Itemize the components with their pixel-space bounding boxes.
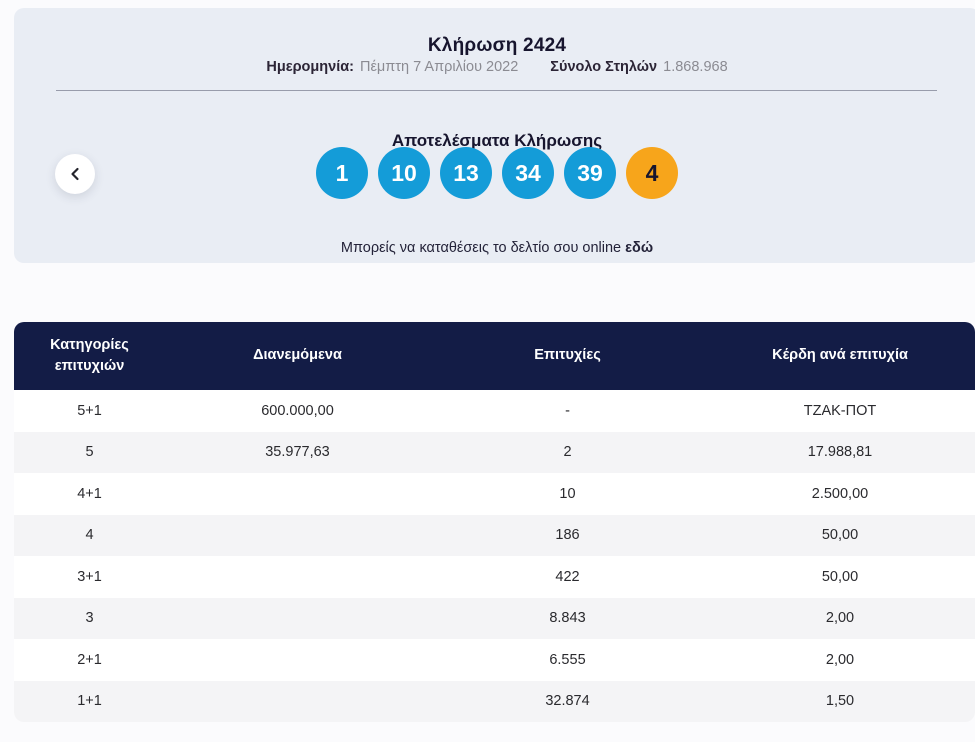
total-columns: Σύνολο Στηλών 1.868.968 [550, 59, 727, 75]
cell-prize: 2.500,00 [811, 485, 869, 502]
cell-winners: 2 [563, 444, 572, 461]
deposit-here-link[interactable]: εδώ [625, 240, 653, 256]
date-value: Πέμπτη 7 Απριλίου 2022 [359, 59, 519, 75]
cell-winners: 8.843 [549, 610, 586, 627]
date-label: Ημερομηνία: [266, 59, 354, 75]
cell-prize: ΤΖΑΚ-ΠΟΤ [803, 402, 877, 419]
table-row: 3+1 422 50,00 [14, 556, 975, 598]
cell-winners: - [565, 402, 570, 419]
previous-draw-button[interactable] [55, 154, 95, 194]
number-ball: 10 [378, 147, 430, 199]
number-ball: 39 [564, 147, 616, 199]
col-header-categories: Κατηγορίες επιτυχιών [50, 336, 129, 374]
cell-winners: 6.555 [549, 651, 586, 668]
cell-distributed: 600.000,00 [261, 402, 334, 419]
table-row: 1+1 32.874 1,50 [14, 680, 975, 722]
cell-prize: 1,50 [825, 693, 855, 710]
chevron-left-icon [71, 167, 79, 181]
cell-prize: 2,00 [825, 651, 855, 668]
cell-winners: 422 [555, 568, 580, 585]
draw-title: Κλήρωση 2424 [427, 34, 567, 56]
cell-prize: 2,00 [825, 610, 855, 627]
winning-numbers: 1 10 13 34 39 4 [14, 147, 975, 199]
col-header-winners: Επιτυχίες [534, 347, 601, 364]
number-ball: 13 [440, 147, 492, 199]
cell-distributed: 35.977,63 [265, 444, 330, 461]
cell-prize: 50,00 [821, 568, 859, 585]
bonus-number-ball: 4 [626, 147, 678, 199]
cell-category: 3+1 [77, 568, 102, 585]
draw-panel: Κλήρωση 2424 Ημερομηνία: Πέμπτη 7 Απριλίο… [14, 8, 975, 263]
table-body: 5+1 600.000,00 - ΤΖΑΚ-ΠΟΤ 5 35.977,63 2 … [14, 390, 975, 722]
table-row: 2+1 6.555 2,00 [14, 639, 975, 681]
draw-date: Ημερομηνία: Πέμπτη 7 Απριλίου 2022 [266, 59, 518, 75]
table-row: 3 8.843 2,00 [14, 597, 975, 639]
total-columns-label: Σύνολο Στηλών [550, 59, 658, 75]
cell-category: 4 [85, 527, 94, 544]
cell-prize: 50,00 [821, 527, 859, 544]
cell-category: 1+1 [77, 693, 102, 710]
cell-category: 5+1 [77, 402, 102, 419]
cell-category: 5 [85, 444, 94, 461]
cell-winners: 10 [559, 485, 576, 502]
number-ball: 34 [502, 147, 554, 199]
table-header-row: Κατηγορίες επιτυχιών Διανεμόμενα Επιτυχί… [14, 322, 975, 390]
total-columns-value: 1.868.968 [663, 59, 728, 75]
divider [56, 90, 937, 91]
cell-winners: 186 [555, 527, 580, 544]
cell-category: 2+1 [77, 651, 102, 668]
col-header-distributed: Διανεμόμενα [253, 347, 342, 364]
cell-prize: 17.988,81 [807, 444, 873, 461]
table-row: 5+1 600.000,00 - ΤΖΑΚ-ΠΟΤ [14, 390, 975, 432]
cell-winners: 32.874 [545, 693, 590, 710]
cell-category: 3 [85, 610, 94, 627]
cell-category: 4+1 [77, 485, 102, 502]
deposit-text: Μπορείς να καταθέσεις το δελτίο σου onli… [340, 239, 622, 256]
table-row: 4+1 10 2.500,00 [14, 473, 975, 515]
table-row: 4 186 50,00 [14, 514, 975, 556]
table-row: 5 35.977,63 2 17.988,81 [14, 431, 975, 473]
draw-meta: Ημερομηνία: Πέμπτη 7 Απριλίου 2022 Σύνολο… [14, 59, 975, 75]
col-header-prize: Κέρδη ανά επιτυχία [772, 347, 908, 364]
number-ball: 1 [316, 147, 368, 199]
winnings-table: Κατηγορίες επιτυχιών Διανεμόμενα Επιτυχί… [14, 322, 975, 722]
deposit-line: Μπορείς να καταθέσεις το δελτίο σου onli… [14, 240, 975, 256]
